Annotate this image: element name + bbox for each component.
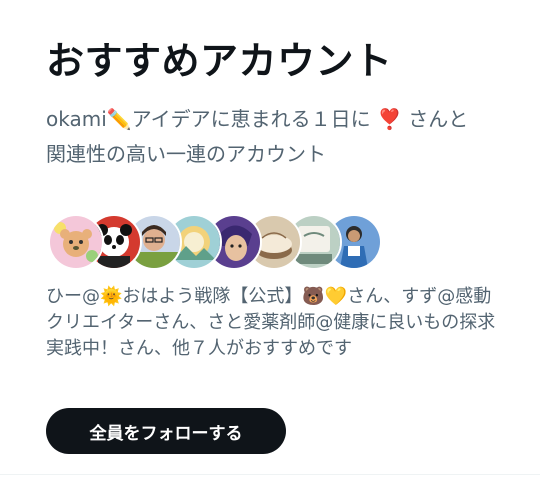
avatar-stack[interactable] bbox=[48, 214, 388, 274]
card-title: おすすめアカウント bbox=[46, 39, 393, 83]
card-subtitle: okami✏️アイデアに恵まれる１日に ❣️ さんと関連性の高い一連のアカウント bbox=[46, 107, 469, 166]
divider bbox=[0, 474, 540, 475]
follow-all-button[interactable]: 全員をフォローする bbox=[46, 408, 286, 454]
followed-by-text: ひー@🌞おはよう戦隊【公式】🐻💛さん、すず@感動クリエイターさん、さと愛薬剤師@… bbox=[46, 286, 496, 359]
recommended-accounts-card: おすすめアカウント okami✏️アイデアに恵まれる１日に ❣️ さんと関連性の… bbox=[0, 0, 540, 478]
avatar[interactable] bbox=[48, 214, 104, 270]
